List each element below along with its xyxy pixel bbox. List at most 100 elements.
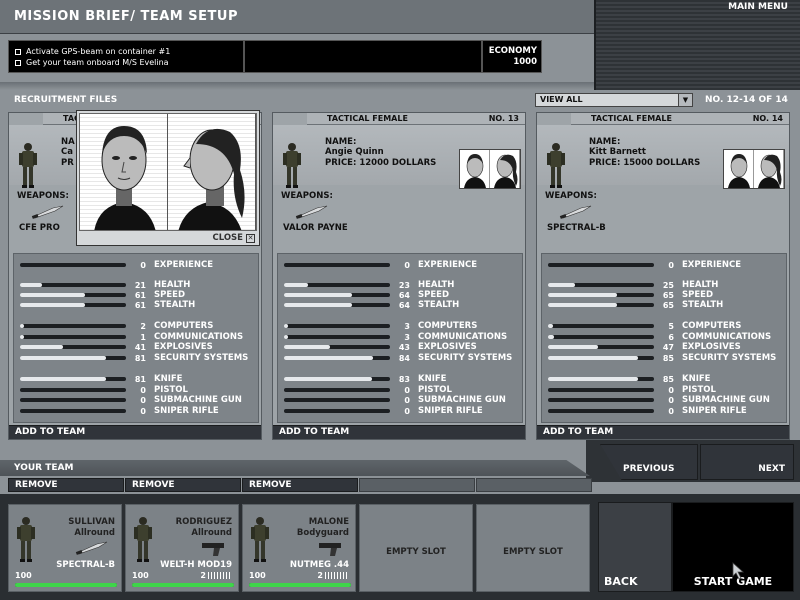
mugshot-front [80, 114, 168, 230]
recruit-name: Kitt Barnett [589, 147, 646, 157]
recruit-card: TACTICAL FEMALE NO. 14 NAME: Kitt Barnet… [536, 112, 790, 440]
recruit-price: PRICE: 15000 DOLLARS [589, 158, 701, 168]
stat-value: 83 [398, 374, 410, 384]
stat-bar [20, 293, 126, 297]
view-filter-value: VIEW ALL [540, 95, 583, 104]
pistol-icon [317, 541, 343, 560]
stat-row: 0 SNIPER RIFLE [20, 406, 254, 416]
stat-row: 85 SECURITY SYSTEMS [548, 353, 782, 363]
stat-bar [20, 283, 126, 287]
empty-slot[interactable]: EMPTY SLOT [476, 504, 590, 592]
stat-value: 5 [668, 321, 674, 331]
stat-bar [548, 388, 654, 392]
stat-value: 21 [134, 280, 146, 290]
team-member-slot[interactable]: RODRIGUEZ Allround WELT-H MOD19 100 2 [125, 504, 239, 592]
stat-row: 81 KNIFE [20, 374, 254, 384]
stat-row: 84 SECURITY SYSTEMS [284, 353, 518, 363]
stat-value: 47 [662, 342, 674, 352]
member-weapon: WELT-H MOD19 [160, 560, 232, 570]
remove-button[interactable]: REMOVE [242, 478, 358, 492]
mugshot-thumbnail[interactable] [459, 149, 521, 189]
economy-box: ECONOMY 1000 [482, 40, 542, 73]
close-icon[interactable]: ✕ [246, 233, 255, 243]
card-header-tab: TACTICAL FEMALE NO. 13 [307, 113, 525, 125]
stat-value: 0 [404, 385, 410, 395]
stat-label: KNIFE [418, 374, 447, 384]
popup-close-button[interactable]: CLOSE ✕ [212, 233, 255, 243]
chevron-down-icon[interactable]: ▼ [678, 94, 692, 106]
stat-row: 0 SUBMACHINE GUN [20, 395, 254, 405]
weapon-name: SPECTRAL-B [547, 223, 606, 233]
mugshot-thumbnail[interactable] [723, 149, 785, 189]
card-info-area: NAME: Angie Quinn PRICE: 12000 DOLLARS [273, 125, 525, 189]
stat-value: 65 [662, 290, 674, 300]
popup-close-label: CLOSE [212, 233, 243, 243]
stat-bar-fill [20, 293, 85, 297]
empty-slot[interactable]: EMPTY SLOT [359, 504, 473, 592]
stat-value: 61 [134, 300, 146, 310]
stat-label: KNIFE [154, 374, 183, 384]
stat-value: 0 [140, 260, 146, 270]
checkbox-icon [15, 48, 21, 55]
stat-value: 0 [668, 385, 674, 395]
stat-label: SNIPER RIFLE [682, 406, 747, 416]
stat-row: 64 SPEED [284, 290, 518, 300]
remove-button[interactable]: REMOVE [8, 478, 124, 492]
member-weapon: NUTMEG .44 [289, 560, 349, 570]
stat-value: 6 [668, 332, 674, 342]
economy-value: 1000 [513, 57, 537, 67]
stat-bar [20, 356, 126, 360]
stat-value: 1 [140, 332, 146, 342]
add-to-team-button[interactable]: ADD TO TEAM [9, 425, 261, 439]
team-member-slot[interactable]: MALONE Bodyguard NUTMEG .44 100 2 [242, 504, 356, 592]
stat-value: 43 [398, 342, 410, 352]
recruitment-label: RECRUITMENT FILES [14, 95, 118, 105]
page-title: MISSION BRIEF/ TEAM SETUP [14, 9, 238, 24]
stat-row: 0 SNIPER RIFLE [548, 406, 782, 416]
ammo-clips: 2 [200, 571, 206, 580]
add-to-team-button[interactable]: ADD TO TEAM [537, 425, 789, 439]
main-menu-button[interactable]: MAIN MENU [728, 2, 788, 12]
stat-row: 6 COMMUNICATIONS [548, 332, 782, 342]
stat-bar [284, 398, 390, 402]
team-member-slot[interactable]: SULLIVAN Allround SPECTRAL-B 100 [8, 504, 122, 592]
stat-row: 65 SPEED [548, 290, 782, 300]
stat-bar [284, 377, 390, 381]
health-bar [15, 583, 117, 587]
mouse-cursor-icon [732, 562, 745, 580]
stat-bar [548, 345, 654, 349]
view-filter-select[interactable]: VIEW ALL ▼ [535, 93, 693, 107]
stat-label: SPEED [682, 290, 714, 300]
stat-label: EXPLOSIVES [418, 342, 477, 352]
header-bevel [0, 82, 594, 90]
stat-label: STEALTH [418, 300, 460, 310]
stat-value: 65 [662, 300, 674, 310]
stat-value: 81 [134, 353, 146, 363]
ammo-clips: 2 [317, 571, 323, 580]
card-header-tab: TACTICAL FEMALE NO. 14 [571, 113, 789, 125]
stat-label: EXPERIENCE [418, 260, 478, 270]
stat-bar [20, 345, 126, 349]
stat-bar [548, 398, 654, 402]
stat-bar [20, 263, 126, 267]
ammo-icon [325, 572, 347, 579]
back-button[interactable]: BACK [598, 502, 672, 592]
stat-value: 0 [668, 260, 674, 270]
card-category: TACTICAL FEMALE [327, 114, 408, 123]
stat-bar [284, 263, 390, 267]
knife-icon [31, 205, 65, 222]
soldier-icon [132, 515, 154, 566]
health-bar-fill [15, 583, 117, 587]
stat-value: 85 [662, 353, 674, 363]
stat-label: SUBMACHINE GUN [682, 395, 770, 405]
stat-bar-fill [20, 324, 25, 328]
soldier-icon [15, 515, 37, 566]
stat-bar-fill [548, 335, 555, 339]
knife-icon [75, 541, 109, 558]
remove-button[interactable]: REMOVE [125, 478, 241, 492]
stat-bar-fill [284, 345, 330, 349]
stat-bar [20, 335, 126, 339]
next-button[interactable]: NEXT [700, 444, 794, 480]
stat-bar-fill [284, 324, 289, 328]
add-to-team-button[interactable]: ADD TO TEAM [273, 425, 525, 439]
